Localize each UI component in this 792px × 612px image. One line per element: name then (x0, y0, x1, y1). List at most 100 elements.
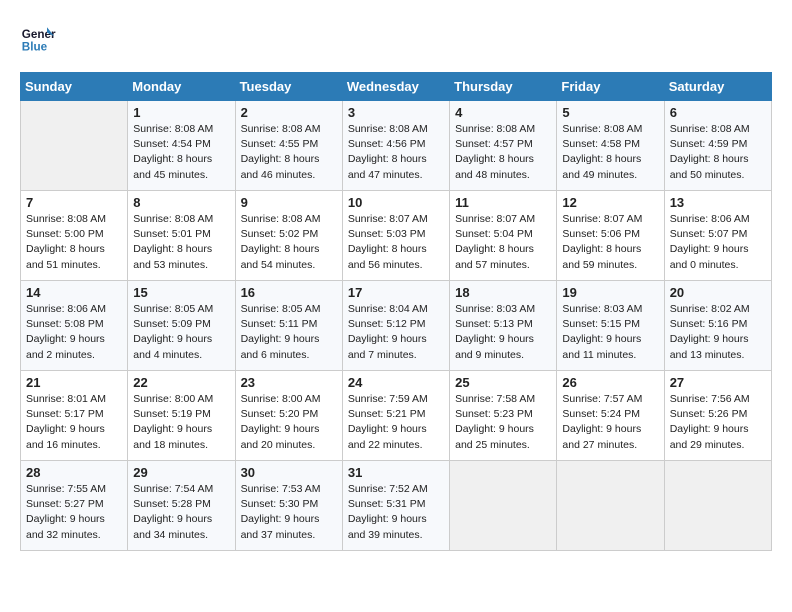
week-row-2: 7 Sunrise: 8:08 AMSunset: 5:00 PMDaylight… (21, 191, 772, 281)
calendar-cell: 26 Sunrise: 7:57 AMSunset: 5:24 PMDayligh… (557, 371, 664, 461)
day-number: 22 (133, 375, 229, 390)
header-friday: Friday (557, 73, 664, 101)
calendar-cell: 4 Sunrise: 8:08 AMSunset: 4:57 PMDaylight… (450, 101, 557, 191)
day-info: Sunrise: 8:00 AMSunset: 5:20 PMDaylight:… (241, 392, 337, 453)
day-number: 14 (26, 285, 122, 300)
calendar-cell: 18Sunrise: 8:03 AMSunset: 5:13 PMDayligh… (450, 281, 557, 371)
day-info: Sunrise: 8:02 AMSunset: 5:16 PMDaylight:… (670, 302, 766, 363)
day-info: Sunrise: 7:54 AMSunset: 5:28 PMDaylight:… (133, 482, 229, 543)
day-info: Sunrise: 8:05 AMSunset: 5:11 PMDaylight:… (241, 302, 337, 363)
week-row-4: 21Sunrise: 8:01 AMSunset: 5:17 PMDayligh… (21, 371, 772, 461)
calendar-cell (450, 461, 557, 551)
day-info: Sunrise: 8:05 AMSunset: 5:09 PMDaylight:… (133, 302, 229, 363)
day-number: 2 (241, 105, 337, 120)
calendar-cell (21, 101, 128, 191)
day-number: 29 (133, 465, 229, 480)
page-header: General Blue (20, 20, 772, 56)
day-info: Sunrise: 7:55 AMSunset: 5:27 PMDaylight:… (26, 482, 122, 543)
day-info: Sunrise: 7:58 AMSunset: 5:23 PMDaylight:… (455, 392, 551, 453)
day-info: Sunrise: 7:52 AMSunset: 5:31 PMDaylight:… (348, 482, 444, 543)
calendar-cell: 8 Sunrise: 8:08 AMSunset: 5:01 PMDaylight… (128, 191, 235, 281)
calendar-cell: 12 Sunrise: 8:07 AMSunset: 5:06 PMDayligh… (557, 191, 664, 281)
day-info: Sunrise: 8:08 AMSunset: 4:57 PMDaylight:… (455, 122, 551, 183)
day-info: Sunrise: 8:08 AMSunset: 5:00 PMDaylight:… (26, 212, 122, 273)
day-info: Sunrise: 8:06 AMSunset: 5:07 PMDaylight:… (670, 212, 766, 273)
day-number: 6 (670, 105, 766, 120)
calendar-cell: 20 Sunrise: 8:02 AMSunset: 5:16 PMDayligh… (664, 281, 771, 371)
day-number: 13 (670, 195, 766, 210)
calendar-cell: 7 Sunrise: 8:08 AMSunset: 5:00 PMDaylight… (21, 191, 128, 281)
day-number: 3 (348, 105, 444, 120)
day-info: Sunrise: 7:56 AMSunset: 5:26 PMDaylight:… (670, 392, 766, 453)
day-number: 1 (133, 105, 229, 120)
calendar-cell: 22 Sunrise: 8:00 AMSunset: 5:19 PMDayligh… (128, 371, 235, 461)
day-info: Sunrise: 8:08 AMSunset: 4:59 PMDaylight:… (670, 122, 766, 183)
calendar-cell: 2 Sunrise: 8:08 AMSunset: 4:55 PMDaylight… (235, 101, 342, 191)
calendar-table: SundayMondayTuesdayWednesdayThursdayFrid… (20, 72, 772, 551)
day-number: 31 (348, 465, 444, 480)
calendar-cell: 5 Sunrise: 8:08 AMSunset: 4:58 PMDaylight… (557, 101, 664, 191)
day-info: Sunrise: 8:00 AMSunset: 5:19 PMDaylight:… (133, 392, 229, 453)
day-number: 8 (133, 195, 229, 210)
logo-icon: General Blue (20, 20, 56, 56)
day-number: 26 (562, 375, 658, 390)
calendar-cell: 17Sunrise: 8:04 AMSunset: 5:12 PMDayligh… (342, 281, 449, 371)
calendar-cell: 24 Sunrise: 7:59 AMSunset: 5:21 PMDayligh… (342, 371, 449, 461)
day-info: Sunrise: 8:07 AMSunset: 5:06 PMDaylight:… (562, 212, 658, 273)
day-number: 19 (562, 285, 658, 300)
calendar-cell: 11Sunrise: 8:07 AMSunset: 5:04 PMDayligh… (450, 191, 557, 281)
calendar-cell: 19 Sunrise: 8:03 AMSunset: 5:15 PMDayligh… (557, 281, 664, 371)
header-sunday: Sunday (21, 73, 128, 101)
day-info: Sunrise: 8:06 AMSunset: 5:08 PMDaylight:… (26, 302, 122, 363)
calendar-cell: 3Sunrise: 8:08 AMSunset: 4:56 PMDaylight… (342, 101, 449, 191)
day-number: 12 (562, 195, 658, 210)
calendar-cell: 14 Sunrise: 8:06 AMSunset: 5:08 PMDayligh… (21, 281, 128, 371)
calendar-cell: 21Sunrise: 8:01 AMSunset: 5:17 PMDayligh… (21, 371, 128, 461)
svg-text:Blue: Blue (22, 41, 48, 54)
day-number: 24 (348, 375, 444, 390)
calendar-cell: 6 Sunrise: 8:08 AMSunset: 4:59 PMDaylight… (664, 101, 771, 191)
day-info: Sunrise: 7:59 AMSunset: 5:21 PMDaylight:… (348, 392, 444, 453)
header-monday: Monday (128, 73, 235, 101)
day-info: Sunrise: 8:08 AMSunset: 5:02 PMDaylight:… (241, 212, 337, 273)
calendar-header-row: SundayMondayTuesdayWednesdayThursdayFrid… (21, 73, 772, 101)
day-number: 5 (562, 105, 658, 120)
day-info: Sunrise: 8:01 AMSunset: 5:17 PMDaylight:… (26, 392, 122, 453)
calendar-cell: 30 Sunrise: 7:53 AMSunset: 5:30 PMDayligh… (235, 461, 342, 551)
day-info: Sunrise: 8:03 AMSunset: 5:15 PMDaylight:… (562, 302, 658, 363)
calendar-cell: 13 Sunrise: 8:06 AMSunset: 5:07 PMDayligh… (664, 191, 771, 281)
day-number: 16 (241, 285, 337, 300)
day-info: Sunrise: 7:53 AMSunset: 5:30 PMDaylight:… (241, 482, 337, 543)
day-number: 15 (133, 285, 229, 300)
day-number: 17 (348, 285, 444, 300)
calendar-cell: 29 Sunrise: 7:54 AMSunset: 5:28 PMDayligh… (128, 461, 235, 551)
header-saturday: Saturday (664, 73, 771, 101)
day-number: 23 (241, 375, 337, 390)
calendar-cell: 10Sunrise: 8:07 AMSunset: 5:03 PMDayligh… (342, 191, 449, 281)
week-row-5: 28 Sunrise: 7:55 AMSunset: 5:27 PMDayligh… (21, 461, 772, 551)
calendar-cell: 1 Sunrise: 8:08 AMSunset: 4:54 PMDaylight… (128, 101, 235, 191)
day-info: Sunrise: 8:08 AMSunset: 4:54 PMDaylight:… (133, 122, 229, 183)
day-info: Sunrise: 8:07 AMSunset: 5:03 PMDaylight:… (348, 212, 444, 273)
header-wednesday: Wednesday (342, 73, 449, 101)
day-number: 25 (455, 375, 551, 390)
day-number: 4 (455, 105, 551, 120)
day-number: 11 (455, 195, 551, 210)
day-info: Sunrise: 8:08 AMSunset: 5:01 PMDaylight:… (133, 212, 229, 273)
day-number: 20 (670, 285, 766, 300)
day-info: Sunrise: 7:57 AMSunset: 5:24 PMDaylight:… (562, 392, 658, 453)
calendar-cell: 23 Sunrise: 8:00 AMSunset: 5:20 PMDayligh… (235, 371, 342, 461)
day-number: 28 (26, 465, 122, 480)
day-number: 30 (241, 465, 337, 480)
calendar-cell: 31 Sunrise: 7:52 AMSunset: 5:31 PMDayligh… (342, 461, 449, 551)
calendar-cell (557, 461, 664, 551)
day-number: 18 (455, 285, 551, 300)
day-info: Sunrise: 8:08 AMSunset: 4:55 PMDaylight:… (241, 122, 337, 183)
week-row-1: 1 Sunrise: 8:08 AMSunset: 4:54 PMDaylight… (21, 101, 772, 191)
week-row-3: 14 Sunrise: 8:06 AMSunset: 5:08 PMDayligh… (21, 281, 772, 371)
calendar-cell: 9Sunrise: 8:08 AMSunset: 5:02 PMDaylight… (235, 191, 342, 281)
day-number: 27 (670, 375, 766, 390)
day-number: 7 (26, 195, 122, 210)
calendar-cell: 28 Sunrise: 7:55 AMSunset: 5:27 PMDayligh… (21, 461, 128, 551)
day-info: Sunrise: 8:08 AMSunset: 4:58 PMDaylight:… (562, 122, 658, 183)
